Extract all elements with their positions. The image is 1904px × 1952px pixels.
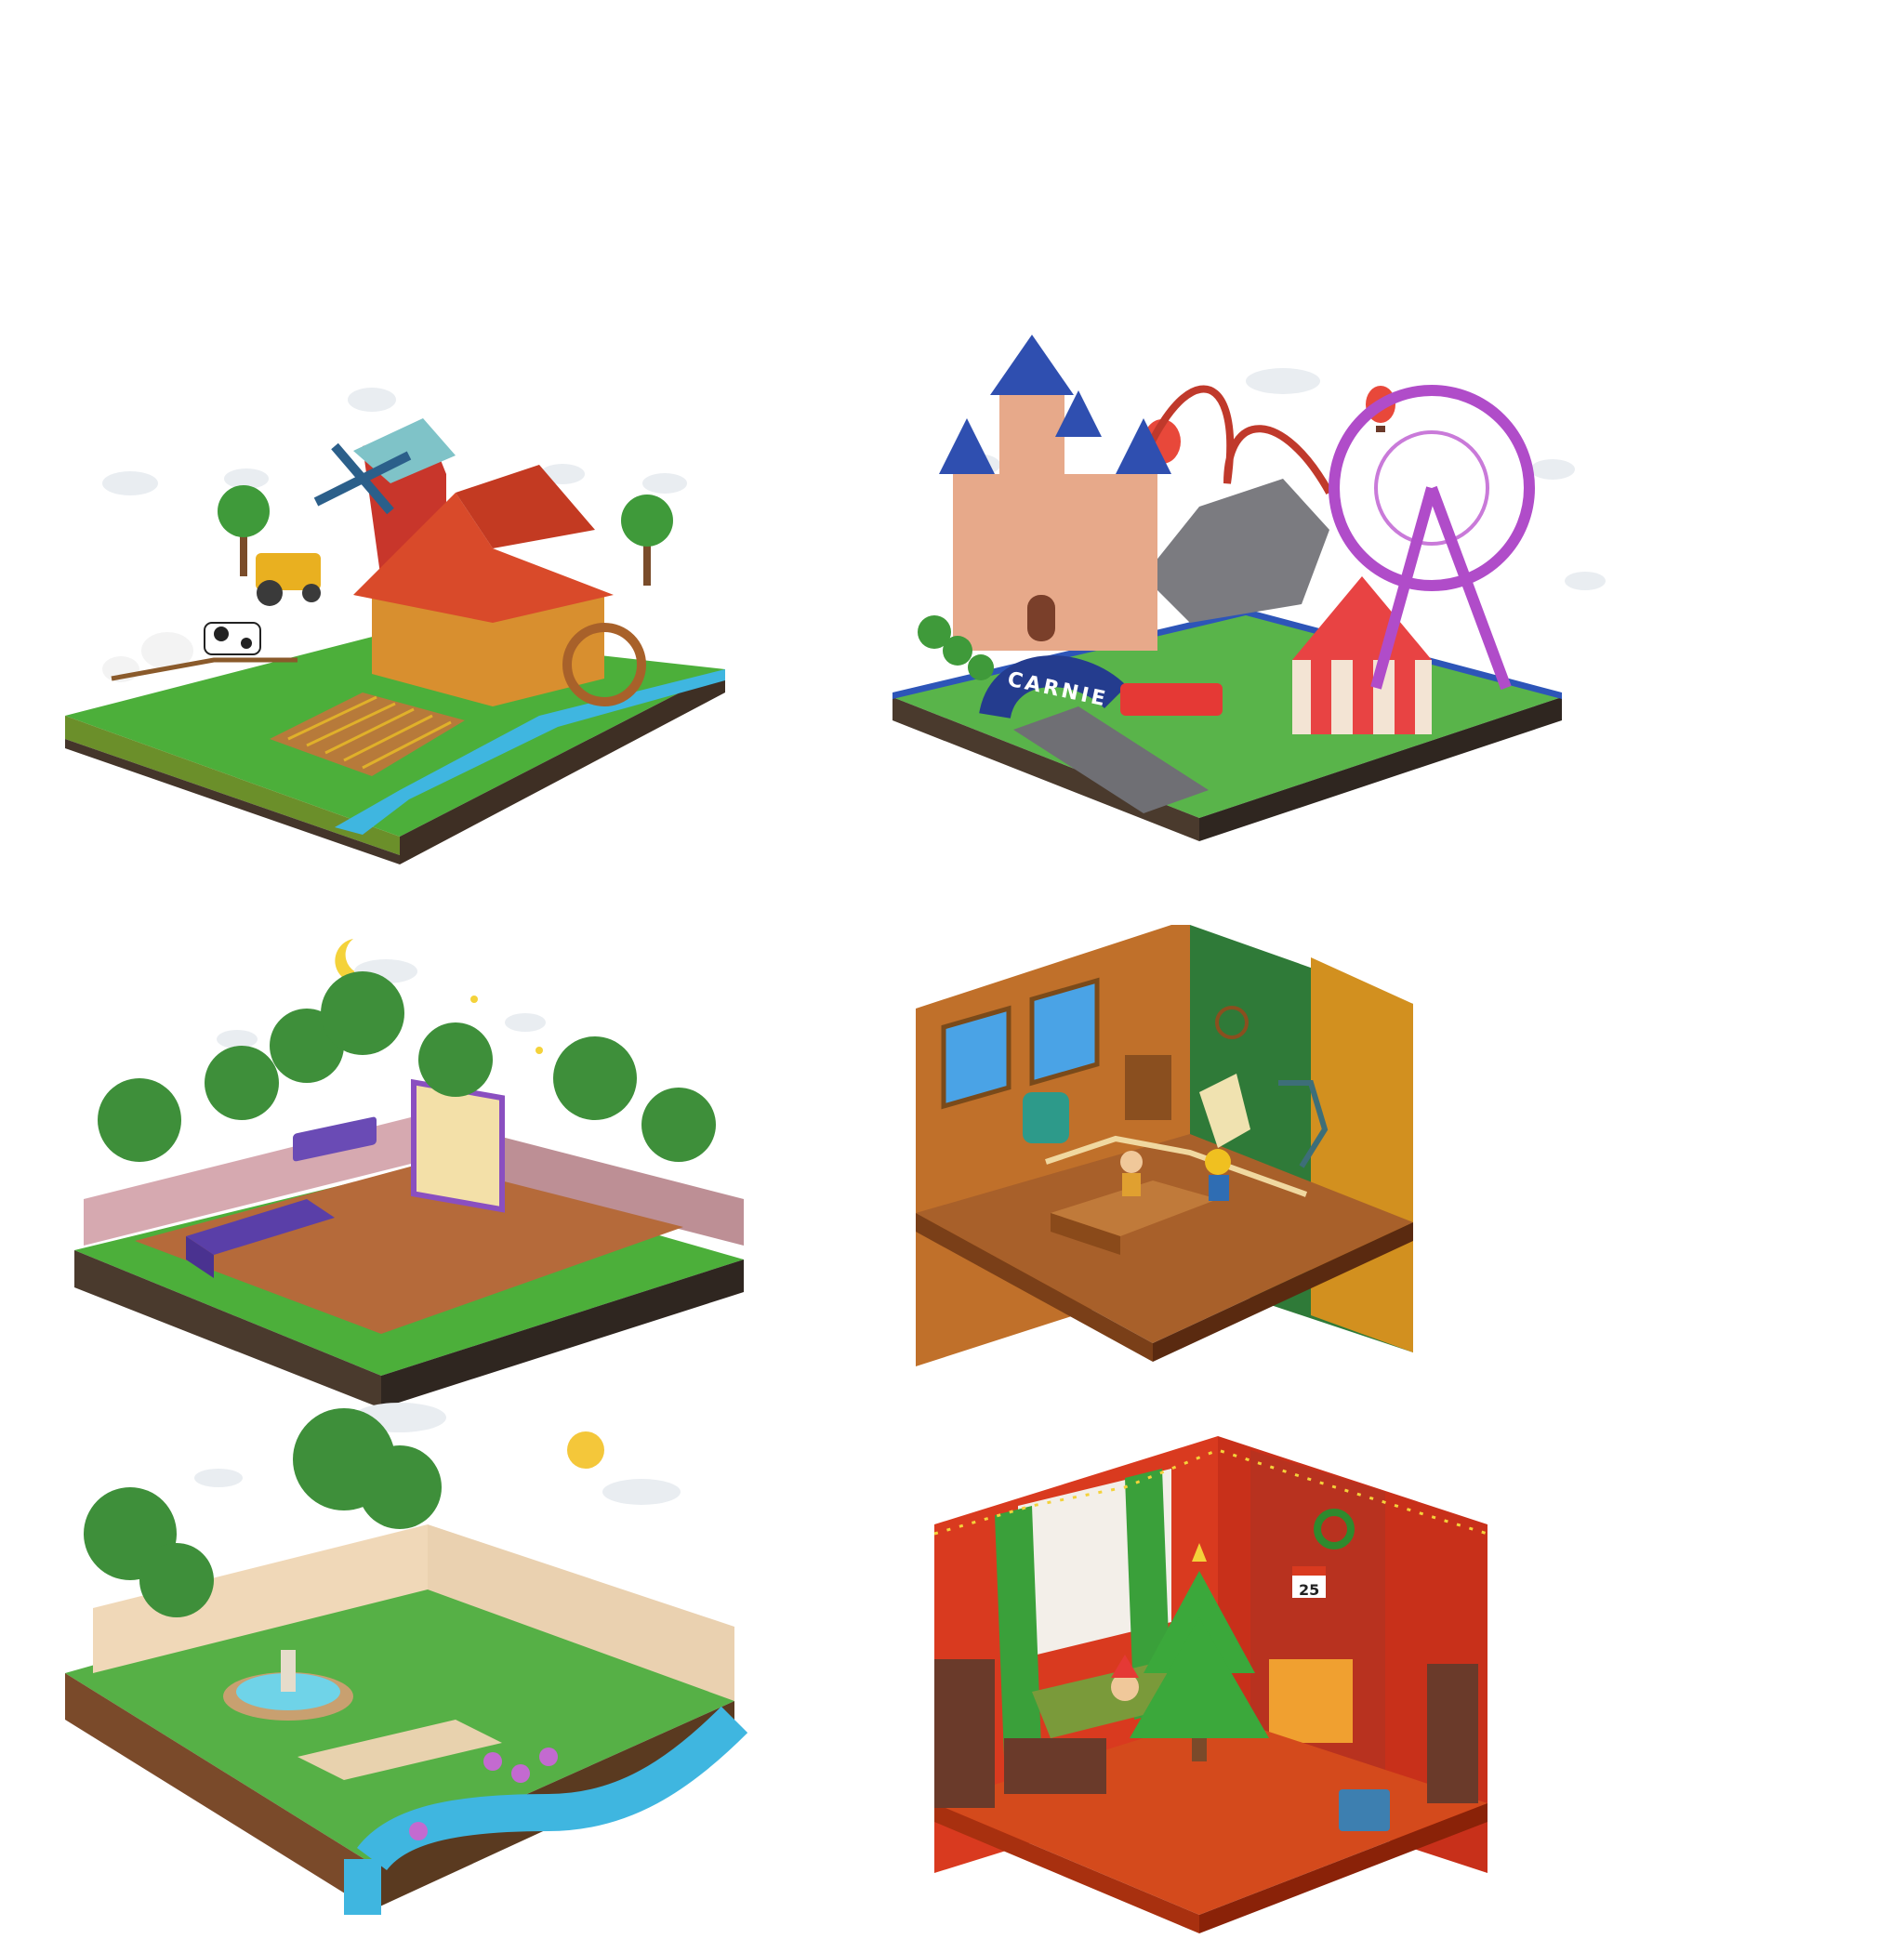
farm-scene[interactable]	[56, 381, 762, 902]
amusement-park-diorama: CARNIE	[892, 335, 1606, 841]
calendar-date: 25	[1299, 1581, 1319, 1599]
movie-screen-icon	[411, 1078, 505, 1213]
night-cinema-scene[interactable]	[74, 930, 781, 1450]
christmas-room-diorama: 25	[933, 1436, 1488, 1933]
bookshelf-icon	[934, 1659, 995, 1808]
castle-icon	[939, 335, 1171, 651]
christmas-room-scene[interactable]: 25	[892, 1431, 1599, 1952]
armchair-icon	[1023, 1092, 1069, 1143]
night-cinema-diorama	[74, 939, 744, 1408]
calendar-icon: 25	[1292, 1566, 1326, 1599]
bookshelf-icon	[1427, 1664, 1478, 1803]
tv-icon	[1339, 1789, 1390, 1831]
toy-workshop-scene[interactable]	[892, 916, 1599, 1436]
circus-tent-icon	[1292, 576, 1432, 734]
sun-icon	[567, 1431, 604, 1469]
park-garden-diorama	[65, 1403, 748, 1915]
toy-train-icon	[1120, 683, 1223, 716]
amusement-park-scene[interactable]: CARNIE	[892, 335, 1606, 874]
farm-diorama	[65, 388, 725, 864]
toy-workshop-diorama	[916, 925, 1413, 1366]
park-garden-scene[interactable]	[65, 1403, 772, 1943]
sheep-icon	[102, 632, 193, 682]
fireplace-icon	[1269, 1659, 1353, 1743]
piano-icon	[1004, 1738, 1106, 1794]
cow-icon	[204, 622, 261, 655]
waterfall-icon	[344, 1859, 381, 1915]
